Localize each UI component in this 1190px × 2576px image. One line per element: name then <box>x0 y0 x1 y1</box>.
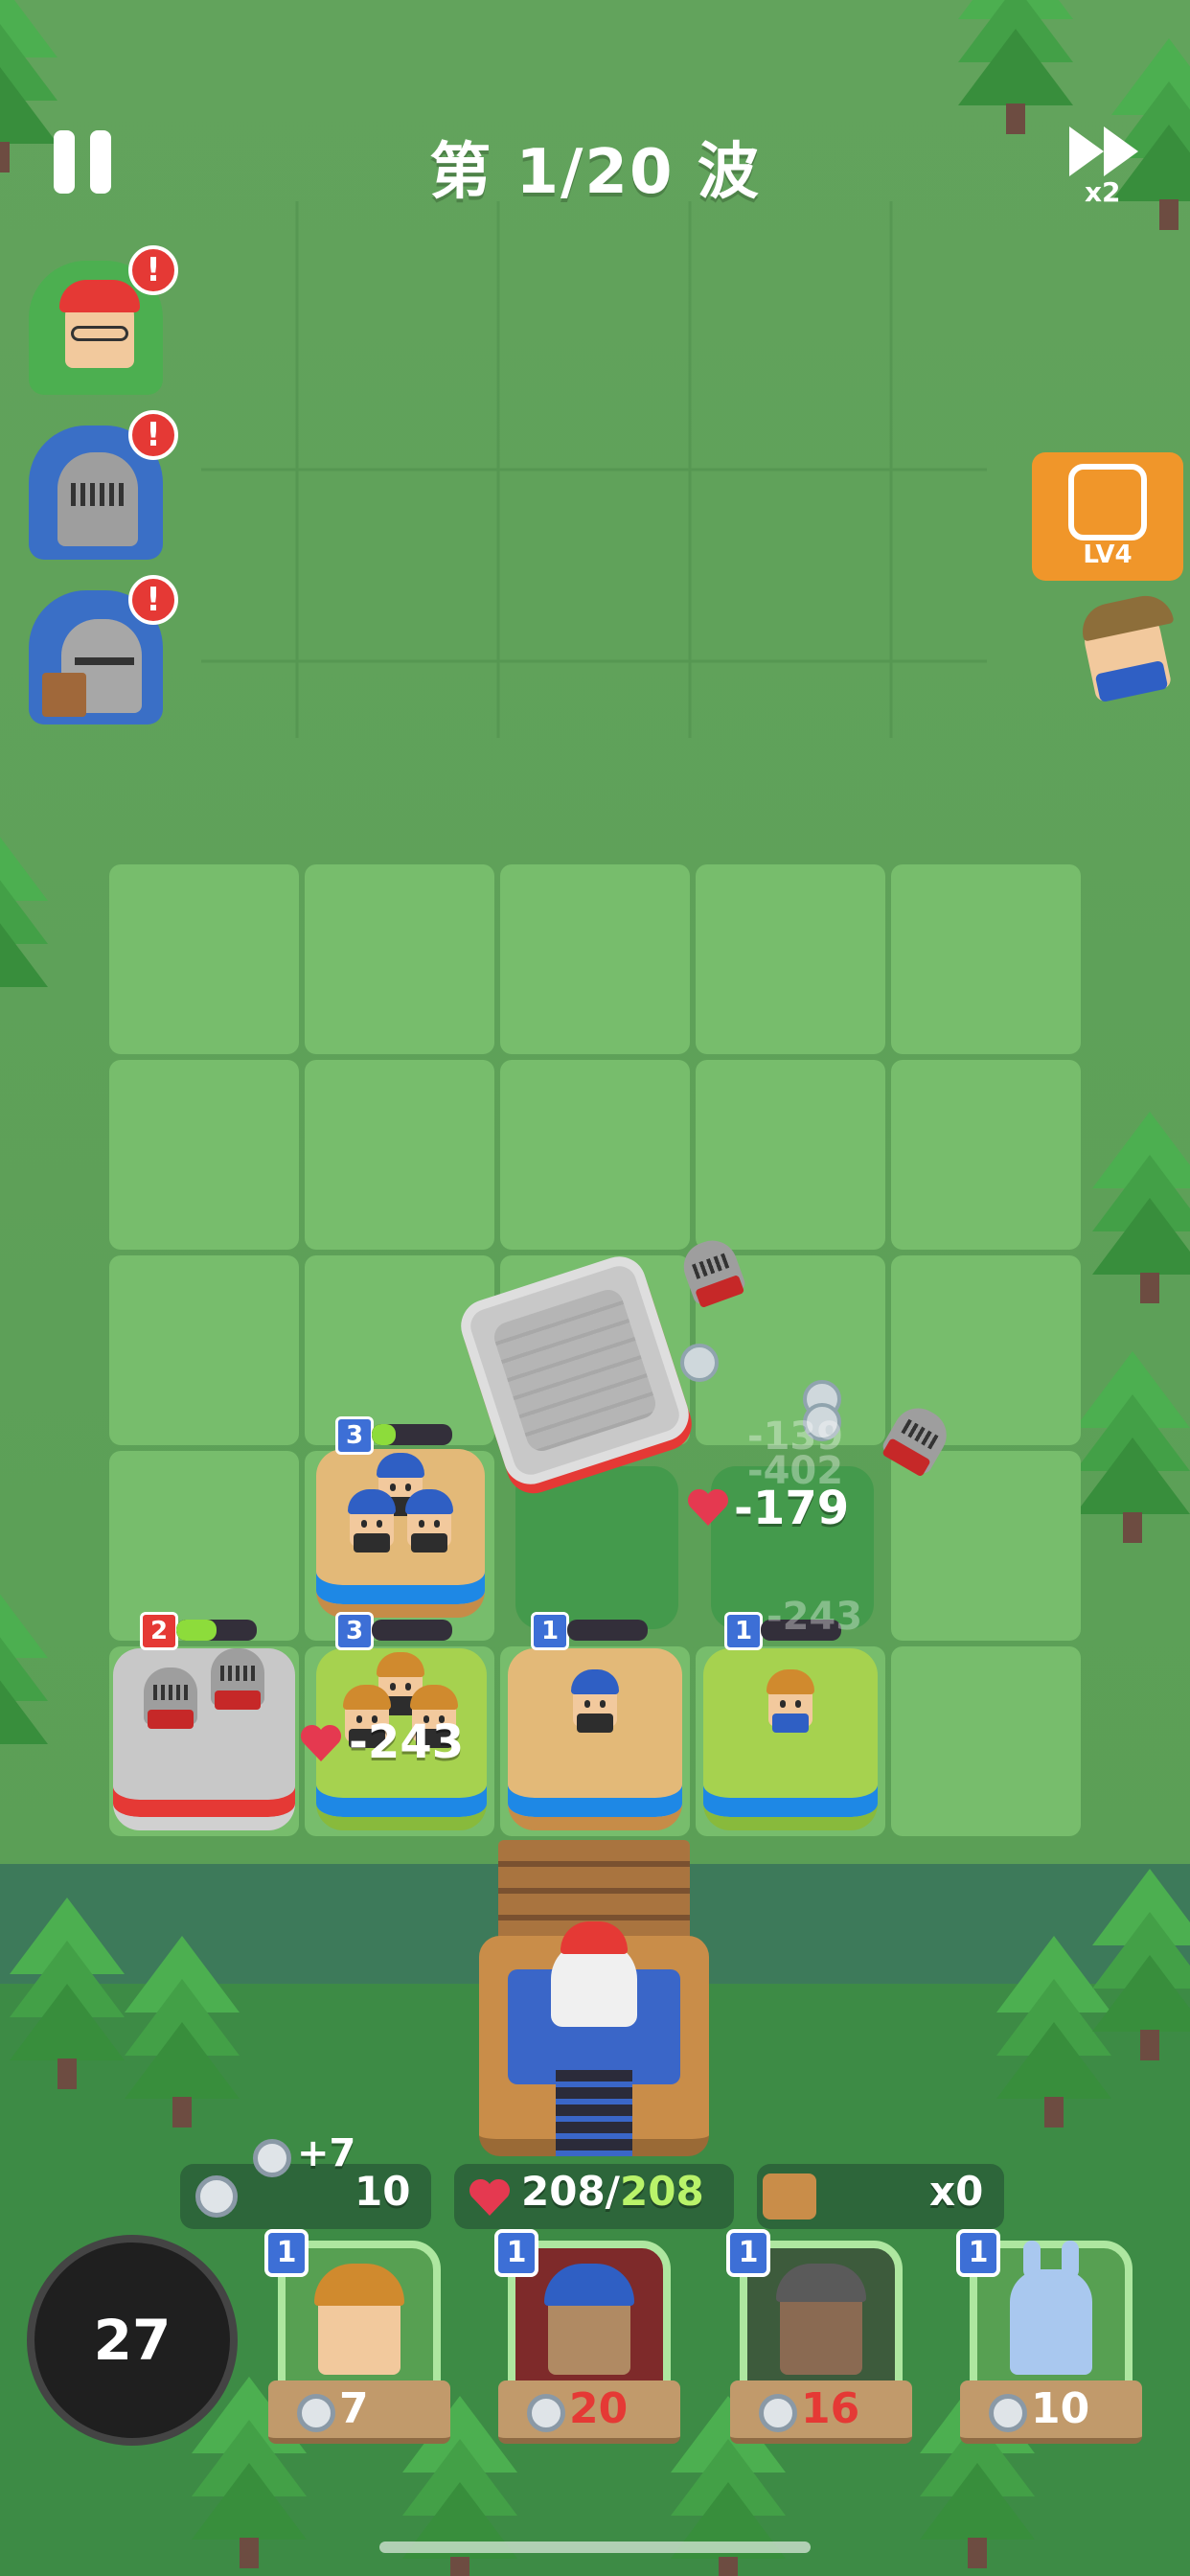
unit-tile-knight-squad[interactable] <box>113 1648 295 1830</box>
fast-forward-icon <box>1069 126 1138 176</box>
unit-level-badge: 1 <box>531 1612 569 1650</box>
board-cell[interactable] <box>109 1060 299 1250</box>
enemy-preview-knight[interactable]: ! <box>29 410 178 560</box>
board-cell[interactable] <box>109 864 299 1054</box>
speed-button[interactable]: x2 <box>1065 123 1150 211</box>
board-cell[interactable] <box>305 864 494 1054</box>
tree <box>958 0 1073 134</box>
timer-value: 27 <box>93 2308 172 2373</box>
tree <box>1092 1869 1190 2060</box>
card-level: 1 <box>956 2229 1000 2277</box>
coin-drop <box>680 1344 719 1382</box>
knight-unit <box>144 1668 197 1729</box>
coin-icon <box>253 2139 291 2177</box>
blue-hood-unit <box>571 1669 619 1733</box>
blue-hood-unit <box>348 1489 396 1552</box>
backpack-icon <box>1068 464 1147 540</box>
unit-hp-bar <box>372 1620 452 1641</box>
speed-label: x2 <box>1085 176 1121 208</box>
hero-level-badge[interactable]: LV4 <box>1032 452 1183 581</box>
board-cell[interactable] <box>305 1255 494 1445</box>
heart-icon <box>687 1488 729 1526</box>
enemy-preview-shield-knight[interactable]: ! <box>29 575 178 724</box>
unit-level-badge: 3 <box>335 1416 374 1455</box>
unit-level-badge: 3 <box>335 1612 374 1650</box>
coin-icon <box>297 2394 335 2432</box>
heart-icon <box>469 2178 511 2216</box>
castle-hp-text: 208/208 <box>521 2168 704 2215</box>
heart-icon <box>300 1724 342 1761</box>
miner-hero[interactable] <box>1059 586 1183 711</box>
card-price: 7 <box>339 2384 369 2433</box>
castle-stairs <box>556 2070 632 2156</box>
unit-hp-bar <box>567 1620 648 1641</box>
tree <box>10 1898 125 2089</box>
damage-popup: -243 <box>349 1715 465 1769</box>
board-cell[interactable] <box>696 1060 885 1250</box>
hp-max: 208 <box>620 2168 704 2215</box>
coin-icon <box>527 2394 565 2432</box>
home-indicator[interactable] <box>379 2542 811 2553</box>
hp-separator: / <box>605 2168 621 2215</box>
unit-hp-bar <box>372 1424 452 1445</box>
card-level: 1 <box>726 2229 770 2277</box>
damage-popup: -179 <box>734 1482 850 1535</box>
hp-fill <box>176 1620 217 1641</box>
card-level: 1 <box>494 2229 538 2277</box>
coin-icon <box>989 2394 1027 2432</box>
card-price: 16 <box>801 2384 860 2433</box>
alert-icon: ! <box>128 245 178 295</box>
tree <box>1092 1112 1190 1303</box>
board-cell[interactable] <box>500 1060 690 1250</box>
card-price: 20 <box>569 2384 629 2433</box>
castle-hero <box>551 1921 637 2027</box>
coin-count: 10 <box>355 2168 411 2215</box>
shop-card-blue-hood[interactable]: 1 20 <box>494 2229 680 2461</box>
tree <box>125 1936 240 2128</box>
board-cell[interactable] <box>305 1060 494 1250</box>
board-cell[interactable] <box>109 1451 299 1641</box>
unit-level-badge: 2 <box>140 1612 178 1650</box>
alert-icon: ! <box>128 410 178 460</box>
board-cell[interactable] <box>696 864 885 1054</box>
unit-hp-bar <box>176 1620 257 1641</box>
board-cell[interactable] <box>891 1646 1081 1836</box>
knight-unit <box>211 1648 264 1710</box>
tree <box>0 1581 48 1773</box>
item-count: x0 <box>929 2168 984 2215</box>
coin-icon <box>195 2175 238 2218</box>
hp-fill <box>372 1424 397 1445</box>
tree <box>0 824 48 1016</box>
tree <box>1075 1351 1190 1543</box>
board-cell[interactable] <box>891 864 1081 1054</box>
swordsman-unit <box>767 1669 814 1733</box>
board-cell[interactable] <box>891 1060 1081 1250</box>
board-cell[interactable] <box>891 1451 1081 1641</box>
enemy-preview-red-hat[interactable]: ! <box>29 245 178 395</box>
game-stage: 第 1/20 波 x2 ! ! ! LV4 3 2 3 1 1 -139 -40… <box>0 0 1190 2576</box>
alert-icon: ! <box>128 575 178 625</box>
card-price: 10 <box>1031 2384 1090 2433</box>
hp-current: 208 <box>521 2168 606 2215</box>
unit-level-badge: 1 <box>724 1612 763 1650</box>
coin-gain: +7 <box>297 2131 356 2175</box>
shop-card-bunny[interactable]: 1 10 <box>956 2229 1142 2461</box>
board-cell[interactable] <box>109 1255 299 1445</box>
board-cell-empty-slot[interactable] <box>515 1466 678 1629</box>
shop-card-warrior[interactable]: 1 16 <box>726 2229 912 2461</box>
faint-grid <box>201 201 987 738</box>
hero-level-label: LV4 <box>1083 540 1133 569</box>
wave-title: 第 1/20 波 <box>429 137 761 208</box>
item-basket-icon <box>763 2174 816 2220</box>
board-cell[interactable] <box>500 864 690 1054</box>
card-level: 1 <box>264 2229 309 2277</box>
damage-popup: -243 <box>767 1595 863 1639</box>
blue-hood-unit <box>405 1489 453 1552</box>
coin-icon <box>759 2394 797 2432</box>
shop-card-swordsman[interactable]: 1 7 <box>264 2229 450 2461</box>
